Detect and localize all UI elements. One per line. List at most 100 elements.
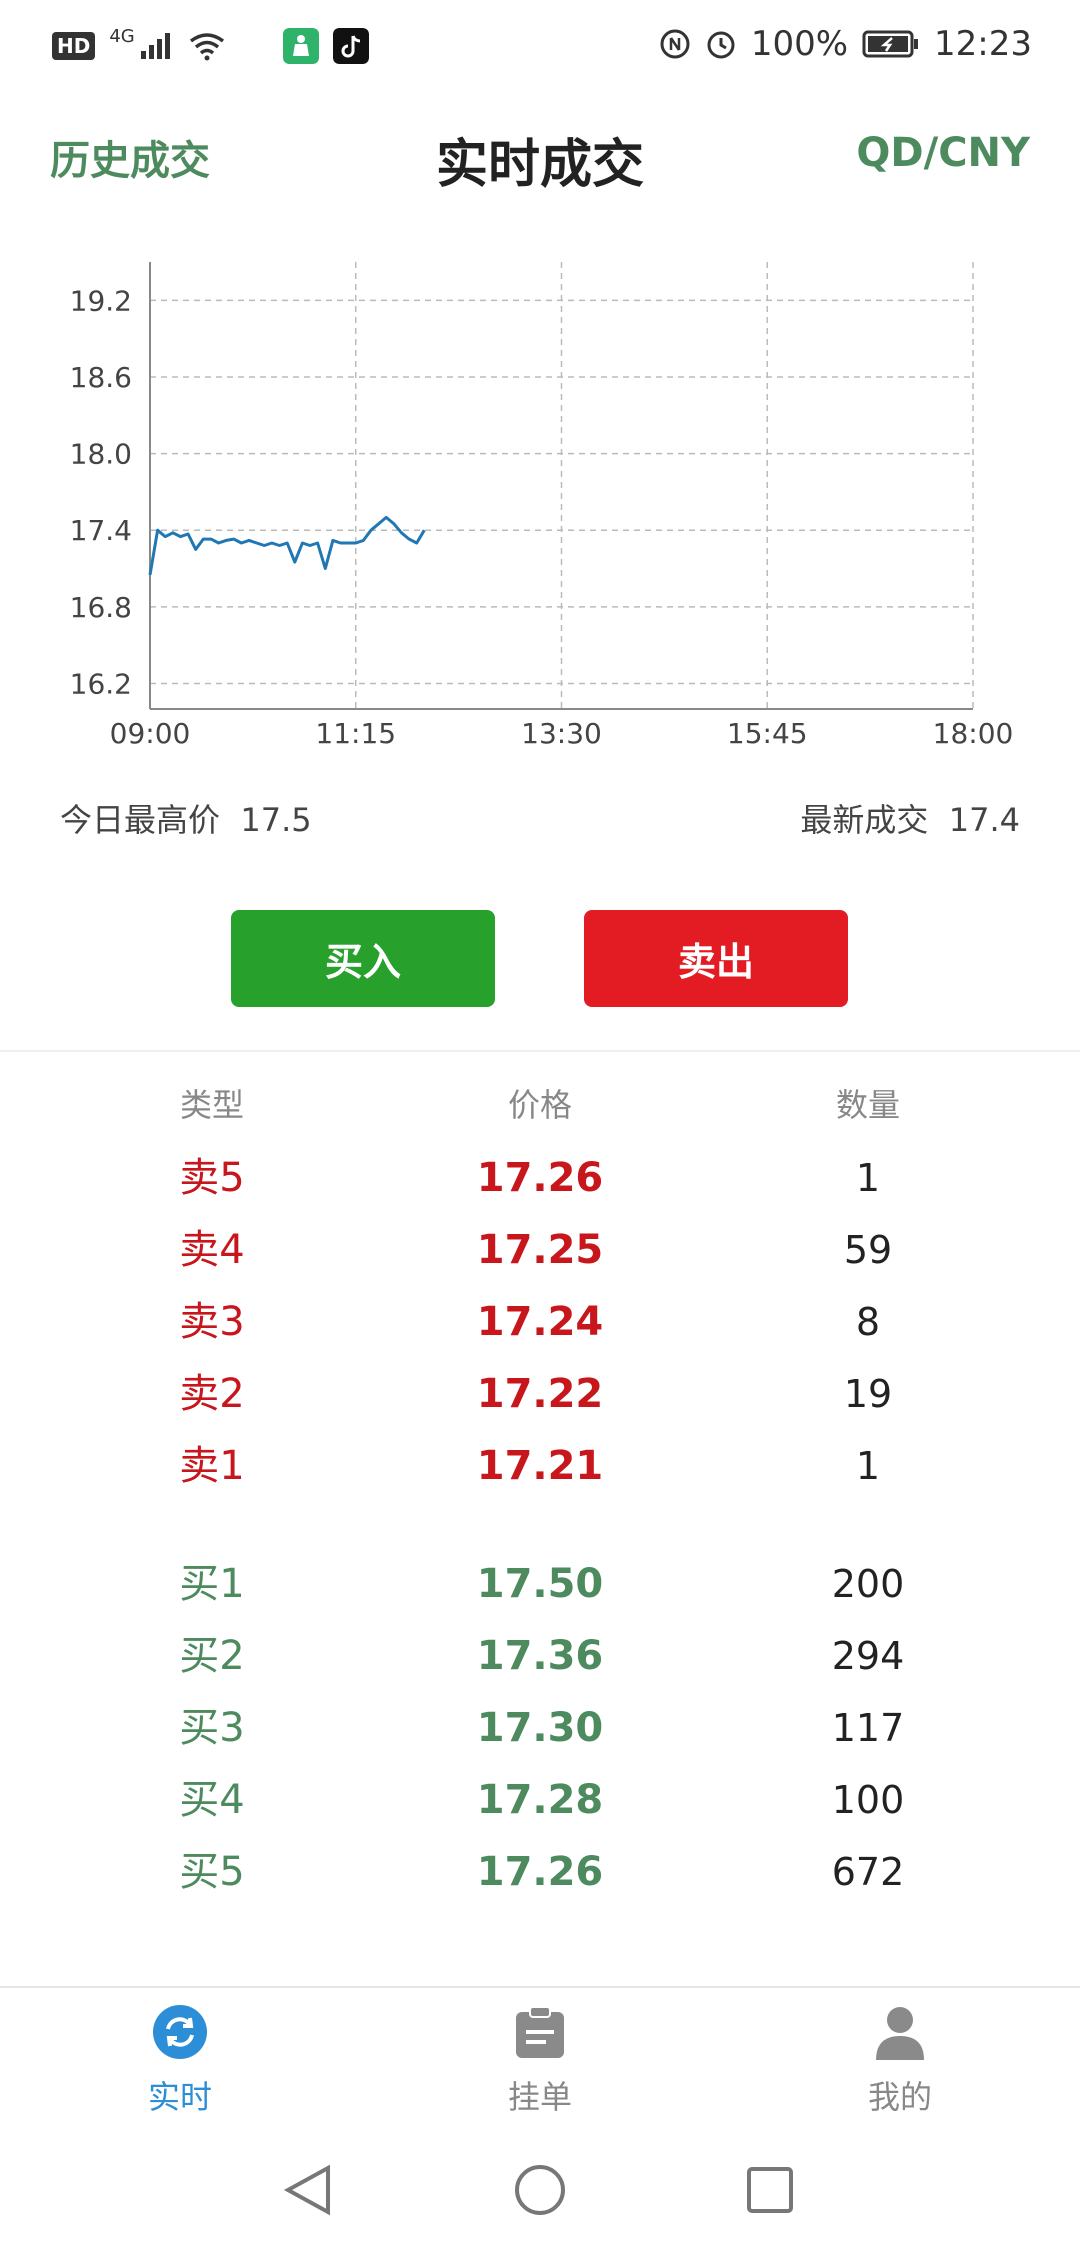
today-high-label: 今日最高价 bbox=[60, 801, 221, 839]
chart-grid bbox=[149, 262, 974, 709]
home-icon[interactable] bbox=[515, 2165, 565, 2215]
hd-badge: HD bbox=[52, 32, 96, 60]
ask-price: 17.22 bbox=[476, 1371, 604, 1417]
bid-type: 买1 bbox=[179, 1561, 245, 1607]
y-tick-label: 16.8 bbox=[70, 591, 132, 624]
ask-type: 卖1 bbox=[179, 1443, 245, 1489]
wifi-icon bbox=[189, 33, 224, 61]
ask-row[interactable]: 卖2 17.22 19 bbox=[0, 1358, 1080, 1430]
tab-orders[interactable]: 挂单 bbox=[440, 1988, 640, 2118]
ask-row[interactable]: 卖3 17.24 8 bbox=[0, 1286, 1080, 1358]
tab-profile-label: 我的 bbox=[867, 2078, 932, 2116]
ask-quantity: 1 bbox=[855, 1156, 881, 1200]
system-navigation-bar bbox=[0, 2130, 1080, 2244]
bid-quantity: 100 bbox=[831, 1778, 905, 1822]
chart-x-tick-labels: 09:00 11:15 13:30 15:45 18:00 bbox=[110, 717, 1014, 750]
status-left: HD 4G bbox=[52, 25, 369, 64]
chart-series bbox=[148, 515, 426, 576]
price-line bbox=[148, 515, 426, 576]
back-icon[interactable] bbox=[283, 2164, 330, 2216]
ask-row[interactable]: 卖4 17.25 59 bbox=[0, 1214, 1080, 1286]
tiktok-icon bbox=[332, 28, 369, 64]
ask-type: 卖2 bbox=[179, 1371, 245, 1417]
ask-price: 17.24 bbox=[476, 1299, 604, 1345]
section-divider bbox=[0, 1050, 1080, 1052]
status-bar: HD 4G 100% 12:23 bbox=[0, 0, 1080, 100]
alarm-icon bbox=[707, 31, 735, 59]
bid-quantity: 117 bbox=[831, 1706, 905, 1750]
ask-row[interactable]: 卖1 17.21 1 bbox=[0, 1430, 1080, 1502]
x-tick-label: 15:45 bbox=[727, 717, 808, 750]
bid-type: 买4 bbox=[179, 1777, 245, 1823]
y-tick-label: 16.2 bbox=[70, 667, 132, 700]
today-high-value: 17.5 bbox=[240, 801, 312, 839]
nfc-icon bbox=[660, 29, 690, 59]
book-spacer bbox=[0, 1502, 1080, 1548]
ask-price: 17.25 bbox=[476, 1227, 604, 1273]
bid-row[interactable]: 买3 17.30 117 bbox=[0, 1692, 1080, 1764]
ask-quantity: 1 bbox=[855, 1444, 881, 1488]
bid-price: 17.28 bbox=[476, 1777, 604, 1823]
app-notification-icon bbox=[282, 28, 319, 64]
header-type: 类型 bbox=[179, 1086, 244, 1124]
bid-price: 17.26 bbox=[476, 1849, 604, 1895]
bid-quantity: 672 bbox=[831, 1850, 905, 1894]
chart-y-tick-labels: 16.2 16.8 17.4 18.0 18.6 19.2 bbox=[70, 284, 132, 700]
ask-quantity: 8 bbox=[855, 1300, 881, 1344]
status-right: 100% 12:23 bbox=[659, 24, 1032, 64]
bid-row[interactable]: 买4 17.28 100 bbox=[0, 1764, 1080, 1836]
x-tick-label: 18:00 bbox=[933, 717, 1014, 750]
bid-price: 17.36 bbox=[476, 1633, 604, 1679]
person-icon bbox=[876, 2007, 924, 2060]
bid-type: 买3 bbox=[179, 1705, 245, 1751]
x-tick-label: 11:15 bbox=[315, 717, 396, 750]
latest-trade-label: 最新成交 bbox=[800, 801, 929, 839]
price-chart: 16.2 16.8 17.4 18.0 18.6 19.2 09:00 11:15 13:30… bbox=[0, 250, 1080, 770]
header-quantity: 数量 bbox=[835, 1086, 900, 1124]
bid-quantity: 200 bbox=[831, 1562, 905, 1606]
bid-type: 买5 bbox=[179, 1849, 245, 1895]
header: 历史成交 实时成交 QD/CNY bbox=[0, 110, 1080, 200]
ask-type: 卖5 bbox=[179, 1155, 245, 1201]
bid-price: 17.30 bbox=[476, 1705, 604, 1751]
y-tick-label: 19.2 bbox=[70, 284, 132, 317]
ask-type: 卖3 bbox=[179, 1299, 245, 1345]
x-tick-label: 09:00 bbox=[110, 717, 191, 750]
order-book: 类型 价格 数量 卖5 17.26 1 卖4 17.25 59 卖3 17.24… bbox=[0, 1070, 1080, 1908]
latest-trade: 最新成交 17.4 bbox=[800, 795, 1020, 841]
tab-orders-label: 挂单 bbox=[507, 2078, 572, 2116]
recents-icon[interactable] bbox=[747, 2167, 793, 2213]
tab-realtime-label: 实时 bbox=[147, 2078, 212, 2116]
ask-quantity: 19 bbox=[843, 1372, 893, 1416]
tab-profile[interactable]: 我的 bbox=[800, 1988, 1000, 2118]
sell-button[interactable]: 卖出 bbox=[584, 910, 848, 1007]
bid-quantity: 294 bbox=[831, 1634, 905, 1678]
buy-button[interactable]: 买入 bbox=[231, 910, 495, 1007]
header-price: 价格 bbox=[507, 1086, 572, 1124]
today-high: 今日最高价 17.5 bbox=[60, 795, 312, 841]
ask-type: 卖4 bbox=[179, 1227, 245, 1273]
y-tick-label: 17.4 bbox=[70, 514, 132, 547]
network-type: 4G bbox=[109, 25, 135, 47]
x-tick-label: 13:30 bbox=[521, 717, 602, 750]
bid-row[interactable]: 买1 17.50 200 bbox=[0, 1548, 1080, 1620]
refresh-icon bbox=[153, 2005, 207, 2059]
bid-price: 17.50 bbox=[476, 1561, 604, 1607]
bid-row[interactable]: 买2 17.36 294 bbox=[0, 1620, 1080, 1692]
price-chart-svg: 16.2 16.8 17.4 18.0 18.6 19.2 09:00 11:15 13:30… bbox=[70, 262, 1014, 750]
ask-quantity: 59 bbox=[843, 1228, 893, 1272]
order-book-header: 类型 价格 数量 bbox=[0, 1070, 1080, 1142]
ask-row[interactable]: 卖5 17.26 1 bbox=[0, 1142, 1080, 1214]
y-tick-label: 18.6 bbox=[70, 361, 132, 394]
battery-percent: 100% bbox=[750, 24, 849, 64]
price-stats: 今日最高价 17.5 最新成交 17.4 bbox=[0, 795, 1080, 845]
tab-realtime[interactable]: 实时 bbox=[80, 1988, 280, 2118]
trading-pair-selector[interactable]: QD/CNY bbox=[856, 130, 1030, 176]
battery-icon bbox=[862, 30, 919, 58]
bid-row[interactable]: 买5 17.26 672 bbox=[0, 1836, 1080, 1908]
latest-trade-value: 17.4 bbox=[948, 801, 1020, 839]
ask-price: 17.26 bbox=[476, 1155, 604, 1201]
bottom-tab-bar: 实时 挂单 我的 bbox=[0, 1986, 1080, 2118]
ask-price: 17.21 bbox=[476, 1443, 604, 1489]
y-tick-label: 18.0 bbox=[70, 438, 132, 471]
